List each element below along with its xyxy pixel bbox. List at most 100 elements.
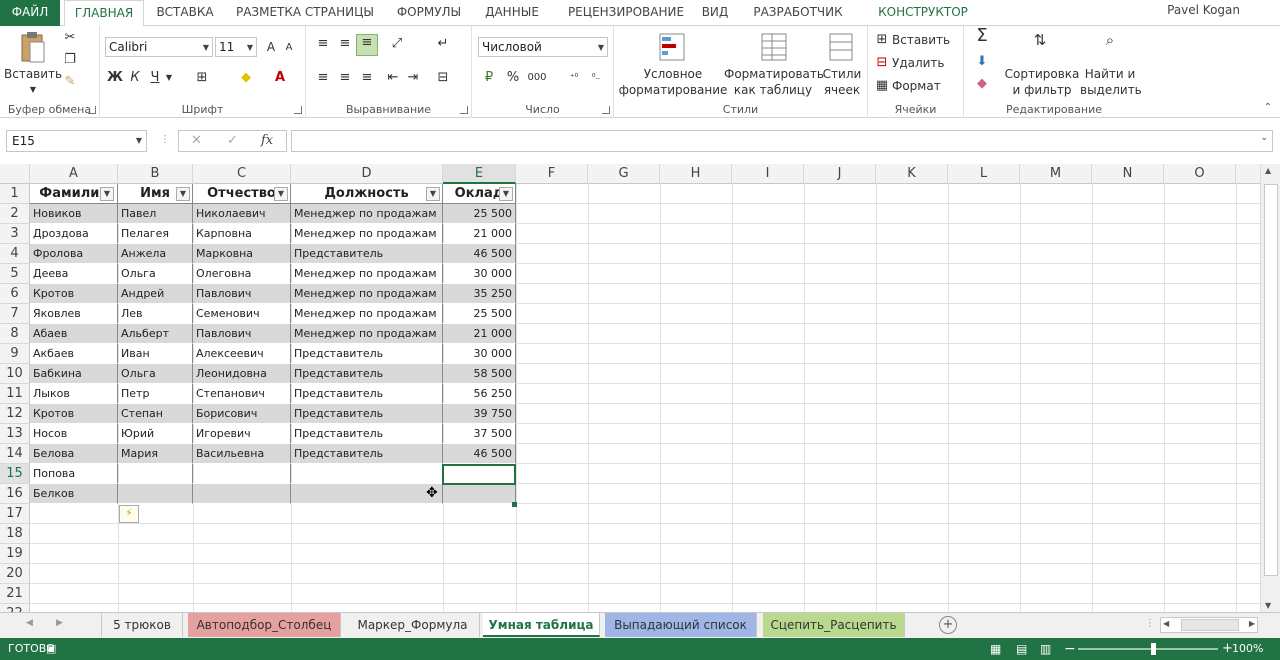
table-cell[interactable]: Представитель	[291, 244, 443, 264]
column-header[interactable]: I	[732, 164, 804, 184]
enter-icon[interactable]: ✓	[227, 133, 238, 148]
row-header[interactable]: 21	[0, 584, 30, 604]
table-cell[interactable]: Мария	[118, 444, 193, 464]
insert-cells-icon[interactable]: ⊞	[874, 32, 890, 48]
row-header[interactable]: 8	[0, 324, 30, 344]
increase-indent-icon[interactable]: ⇥	[404, 70, 422, 86]
scroll-right-icon[interactable]: ▶	[1249, 619, 1255, 628]
format-painter-icon[interactable]: ✎	[62, 74, 78, 90]
zoom-level[interactable]: 100%	[1232, 638, 1263, 660]
currency-format-icon[interactable]: ₽	[478, 70, 500, 86]
table-cell[interactable]	[291, 464, 443, 484]
table-cell[interactable]: 39 750	[443, 404, 516, 424]
table-cell[interactable]: Карповна	[193, 224, 291, 244]
zoom-slider[interactable]	[1078, 648, 1218, 650]
collapse-ribbon-icon[interactable]: ⌃	[1264, 102, 1272, 113]
table-cell[interactable]: Менеджер по продажам	[291, 224, 443, 244]
clear-icon[interactable]: ◆	[972, 76, 992, 92]
column-header[interactable]: B	[118, 164, 193, 184]
hscroll-thumb[interactable]	[1181, 619, 1239, 631]
table-cell[interactable]: Ольга	[118, 364, 193, 384]
cells-area[interactable]: Фамилия ▼ Имя ▼ Отчество ▼ Должность ▼ О…	[30, 184, 1260, 612]
table-cell[interactable]	[118, 464, 193, 484]
table-cell[interactable]: 46 500	[443, 444, 516, 464]
conditional-format-line2[interactable]: форматирование	[614, 82, 732, 98]
table-cell[interactable]: 21 000	[443, 224, 516, 244]
find-select-line2[interactable]: выделить	[1080, 82, 1142, 98]
tab-insert[interactable]: ВСТАВКА	[150, 0, 220, 26]
column-header[interactable]: D	[291, 164, 443, 184]
row-header[interactable]: 7	[0, 304, 30, 324]
column-header[interactable]: A	[30, 164, 118, 184]
align-middle-icon[interactable]: ≡	[336, 36, 354, 52]
table-cell[interactable]	[443, 484, 516, 504]
row-header[interactable]: 13	[0, 424, 30, 444]
underline-dropdown-icon[interactable]: ▼	[164, 70, 174, 86]
autocorrect-options-icon[interactable]: ⚡	[119, 505, 139, 523]
expand-formula-icon[interactable]: ⌄	[1260, 133, 1268, 143]
tab-home[interactable]: ГЛАВНАЯ	[64, 0, 144, 27]
table-cell[interactable]: Носов	[30, 424, 118, 444]
page-layout-view-icon[interactable]: ▤	[1016, 638, 1027, 660]
cell-styles-line2[interactable]: ячеек	[820, 82, 864, 98]
percent-icon[interactable]: %	[506, 70, 520, 86]
active-cell-selection[interactable]	[442, 464, 516, 485]
table-cell[interactable]	[118, 484, 193, 504]
sheet-tab[interactable]: Маркер_Формула	[346, 613, 480, 637]
row-header[interactable]: 22	[0, 604, 30, 612]
tab-formulas[interactable]: ФОРМУЛЫ	[390, 0, 468, 26]
table-cell[interactable]: Степан	[118, 404, 193, 424]
page-break-view-icon[interactable]: ▥	[1040, 638, 1051, 660]
table-cell[interactable]: Пелагея	[118, 224, 193, 244]
row-header[interactable]: 19	[0, 544, 30, 564]
conditional-format-icon[interactable]	[658, 32, 686, 62]
table-cell[interactable]: Представитель	[291, 384, 443, 404]
find-select-line1[interactable]: Найти и	[1080, 66, 1140, 82]
table-cell[interactable]: Марковна	[193, 244, 291, 264]
sheet-tab[interactable]: Автоподбор_Столбец	[188, 613, 341, 637]
chevron-down-icon[interactable]: ▼	[136, 131, 142, 151]
paste-icon[interactable]	[18, 32, 46, 66]
table-cell[interactable]: Представитель	[291, 424, 443, 444]
formula-input[interactable]: ⌄	[291, 130, 1273, 152]
zoom-out-icon[interactable]: −	[1064, 638, 1076, 660]
row-header[interactable]: 3	[0, 224, 30, 244]
find-select-icon[interactable]: ⌕	[1096, 32, 1124, 48]
table-cell[interactable]: Ольга	[118, 264, 193, 284]
align-top-icon[interactable]: ≡	[314, 36, 332, 52]
table-cell[interactable]: Новиков	[30, 204, 118, 224]
row-header[interactable]: 14	[0, 444, 30, 464]
sort-filter-icon[interactable]: ⇅	[1026, 32, 1054, 48]
row-header[interactable]: 11	[0, 384, 30, 404]
prev-sheet-icon[interactable]: ◀	[26, 618, 33, 628]
delete-cells-button[interactable]: Удалить	[892, 55, 952, 71]
column-header[interactable]: F	[516, 164, 588, 184]
column-header[interactable]: H	[660, 164, 732, 184]
table-cell[interactable]: Менеджер по продажам	[291, 284, 443, 304]
font-size-combo[interactable]: 11 ▼	[215, 37, 257, 57]
number-launcher-icon[interactable]	[602, 106, 610, 114]
table-header-cell[interactable]: Должность	[291, 184, 443, 204]
table-cell[interactable]: Борисович	[193, 404, 291, 424]
delete-cells-icon[interactable]: ⊟	[874, 55, 890, 71]
vertical-scrollbar[interactable]: ▲ ▼	[1260, 164, 1280, 612]
row-header[interactable]: 1	[0, 184, 30, 204]
insert-cells-button[interactable]: Вставить	[892, 32, 952, 48]
tab-view[interactable]: ВИД	[700, 0, 730, 26]
tab-data[interactable]: ДАННЫЕ	[476, 0, 548, 26]
table-cell[interactable]: Игоревич	[193, 424, 291, 444]
table-cell[interactable]: Дроздова	[30, 224, 118, 244]
table-cell[interactable]: Абаев	[30, 324, 118, 344]
bold-button[interactable]: Ж	[106, 70, 124, 86]
filter-dropdown-icon[interactable]: ▼	[176, 187, 190, 201]
fill-color-icon[interactable]: ◆	[236, 70, 256, 86]
table-cell[interactable]: Леонидовна	[193, 364, 291, 384]
name-box[interactable]: E15 ▼	[6, 130, 147, 152]
table-cell[interactable]: Менеджер по продажам	[291, 304, 443, 324]
tab-developer[interactable]: РАЗРАБОТЧИК	[748, 0, 848, 26]
row-header[interactable]: 12	[0, 404, 30, 424]
font-launcher-icon[interactable]	[294, 106, 302, 114]
row-header[interactable]: 16	[0, 484, 30, 504]
scroll-up-icon[interactable]: ▲	[1265, 166, 1271, 175]
insert-function-button[interactable]: fx	[261, 133, 273, 148]
